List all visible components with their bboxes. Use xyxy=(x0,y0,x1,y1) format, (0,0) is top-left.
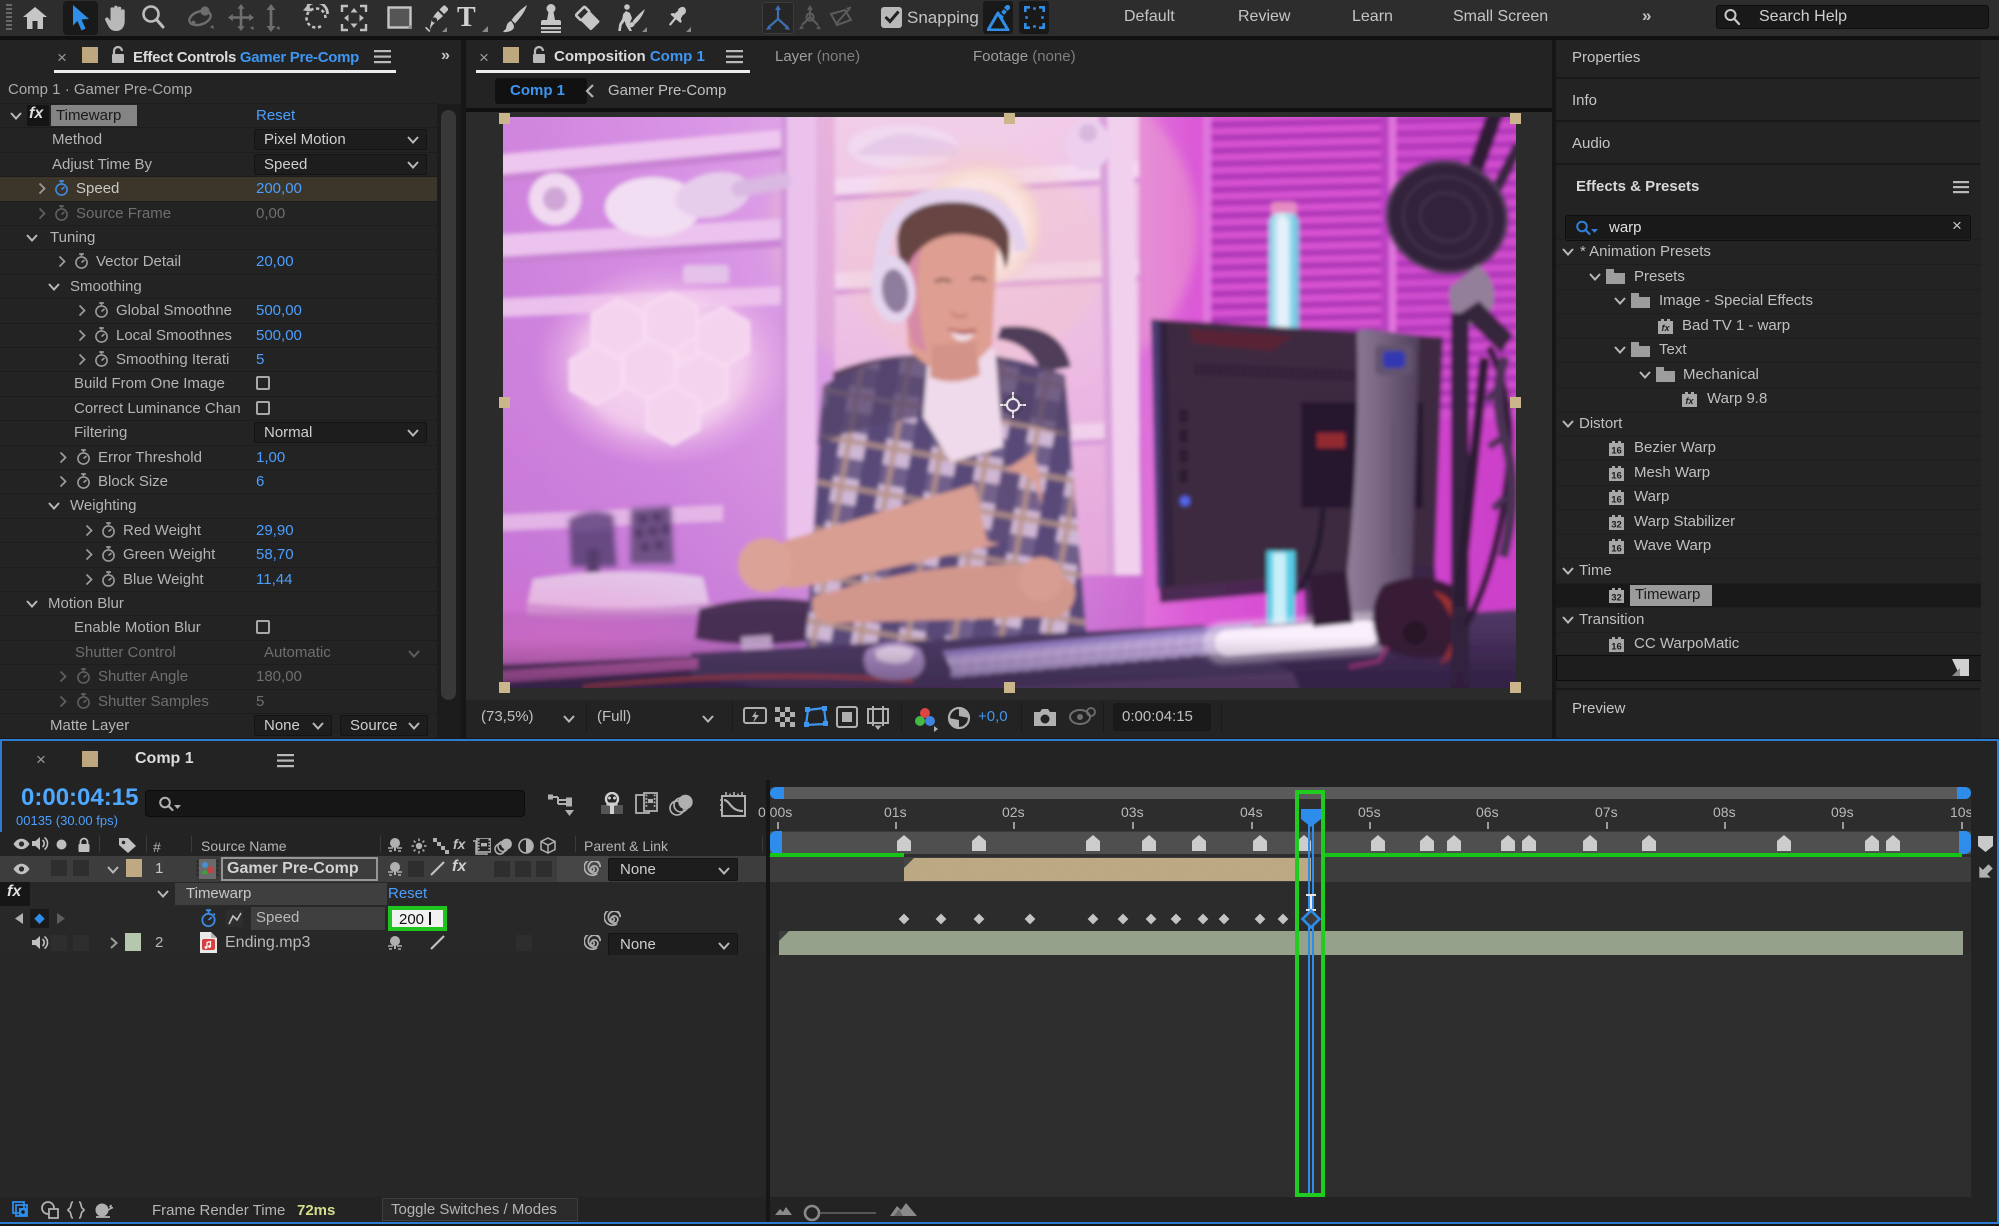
svg-text:16: 16 xyxy=(1611,446,1622,457)
svg-text:fx: fx xyxy=(1661,323,1670,333)
svg-text:fx: fx xyxy=(1685,396,1694,406)
svg-text:16: 16 xyxy=(1611,495,1622,506)
svg-text:16: 16 xyxy=(1611,544,1622,555)
svg-text:16: 16 xyxy=(1611,642,1622,653)
svg-text:32: 32 xyxy=(1611,520,1622,531)
svg-text:16: 16 xyxy=(1611,471,1622,482)
svg-text:32: 32 xyxy=(1611,593,1622,604)
